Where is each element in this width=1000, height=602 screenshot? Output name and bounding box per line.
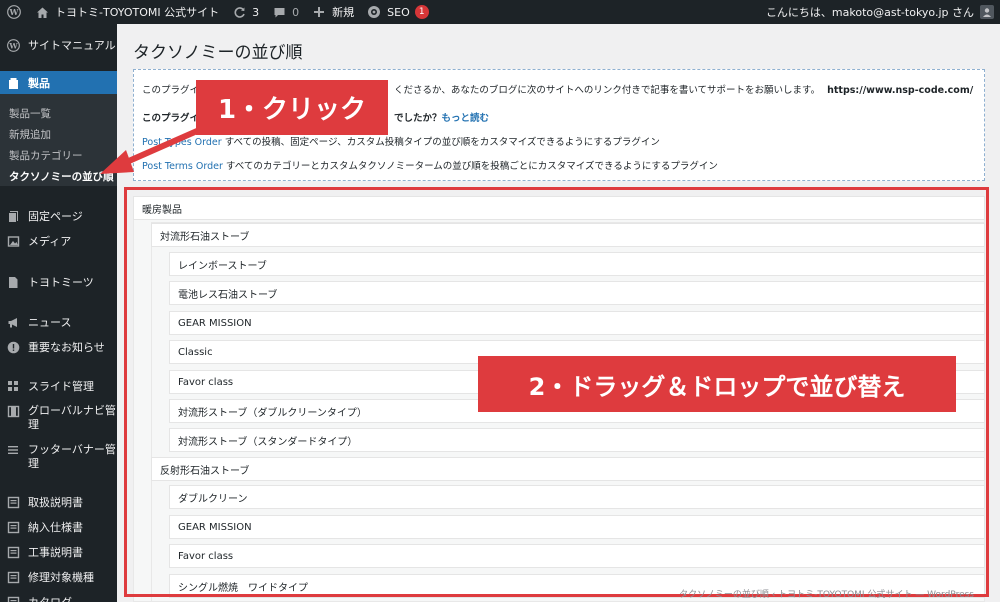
step1-callout: 1・クリック <box>196 80 388 135</box>
footer-watermark: タクソノミーの並び順 ‹ トヨトミ-TOYOTOMI 公式サイト — WordP… <box>679 590 974 600</box>
step2-callout: 2・ドラッグ＆ドロップで並び替え <box>478 356 956 412</box>
